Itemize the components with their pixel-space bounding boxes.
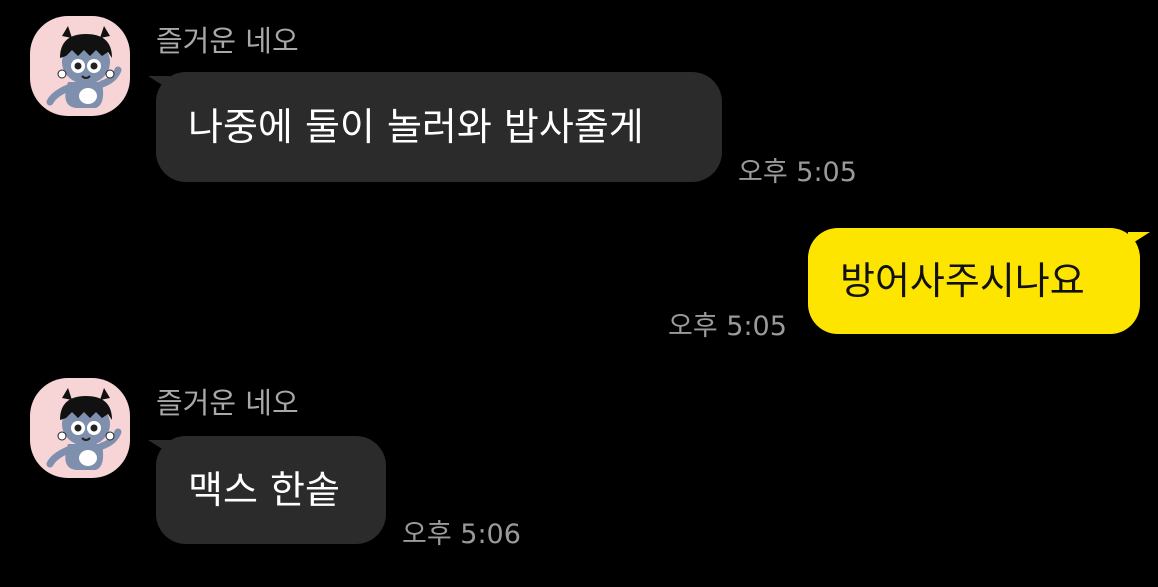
message-row-incoming: 즐거운 네오 나중에 둘이 놀러와 밥사줄게 오후 5:05 bbox=[0, 0, 1158, 190]
message-text: 맥스 한솥 bbox=[188, 468, 340, 512]
message-row-incoming: 즐거운 네오 맥스 한솥 오후 5:06 bbox=[0, 362, 1158, 562]
message-row-outgoing: 오후 5:05 방어사주시나요 bbox=[0, 220, 1158, 342]
neo-character-icon bbox=[46, 26, 122, 108]
message-text: 나중에 둘이 놀러와 밥사줄게 bbox=[188, 105, 644, 149]
neo-character-icon bbox=[46, 388, 122, 470]
sender-name: 즐거운 네오 bbox=[156, 24, 299, 58]
avatar[interactable] bbox=[30, 378, 130, 478]
avatar[interactable] bbox=[30, 16, 130, 116]
sender-name: 즐거운 네오 bbox=[156, 386, 299, 420]
message-bubble[interactable]: 방어사주시나요 bbox=[808, 228, 1140, 334]
message-bubble[interactable]: 맥스 한솥 bbox=[156, 436, 386, 544]
message-timestamp: 오후 5:05 bbox=[668, 311, 787, 342]
message-text: 방어사주시나요 bbox=[840, 259, 1085, 303]
bubble-tail bbox=[1128, 232, 1150, 246]
message-timestamp: 오후 5:06 bbox=[402, 519, 521, 550]
message-timestamp: 오후 5:05 bbox=[738, 157, 857, 188]
message-bubble[interactable]: 나중에 둘이 놀러와 밥사줄게 bbox=[156, 72, 722, 182]
